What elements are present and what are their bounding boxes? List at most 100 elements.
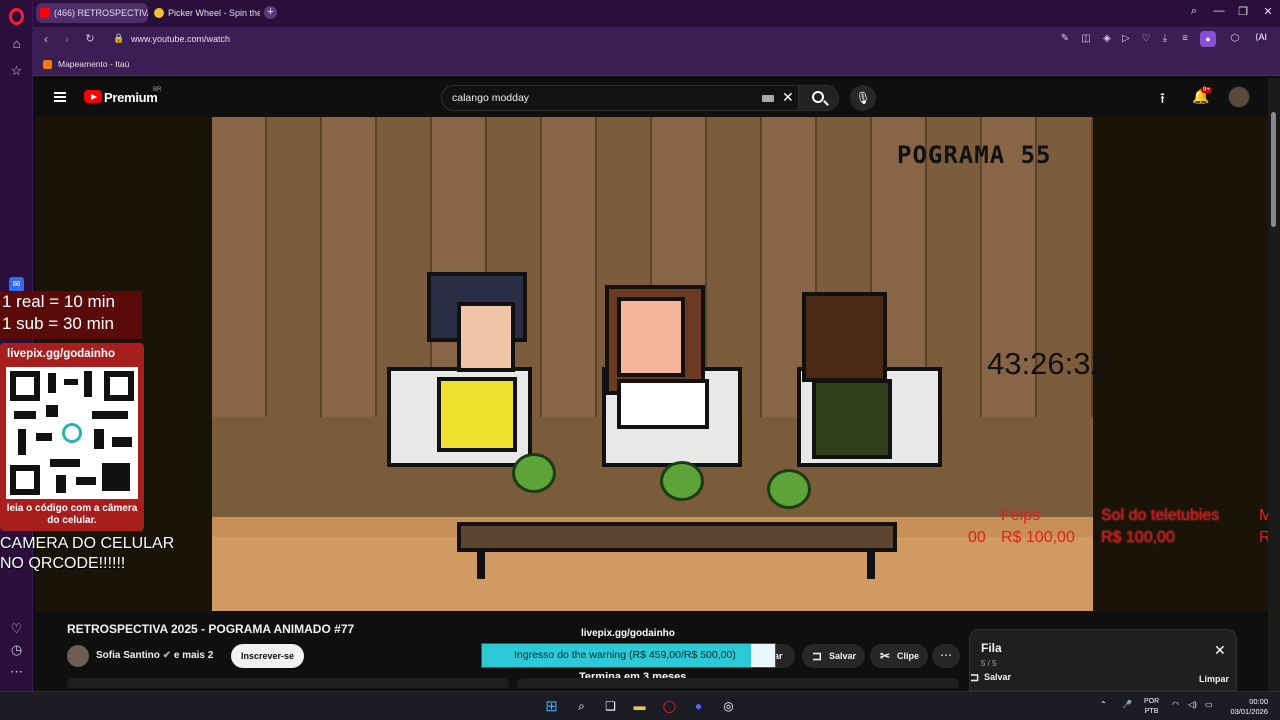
verified-icon: ✔	[162, 650, 172, 661]
scissors-icon: ✂	[880, 649, 891, 663]
queue-save-button[interactable]: ⊐ Salvar	[970, 672, 1011, 684]
hamburger-menu-icon[interactable]	[54, 92, 66, 102]
close-window-button[interactable]: ✕	[1261, 5, 1275, 18]
windows-taskbar: ⊞ ⌕ ❏ ▬ ◯ ● ◎ ⌃ 🎤 POR PTB ◠ ◁) ▭ 00:00 0…	[0, 691, 1280, 720]
minimize-button[interactable]: —	[1212, 5, 1226, 17]
tab-search-icon[interactable]: ⌕	[1187, 5, 1201, 18]
clock-date: 03/01/2026	[1230, 707, 1268, 716]
qr-module	[48, 373, 56, 393]
obs-icon[interactable]: ◎	[720, 698, 737, 715]
menu-icon[interactable]: ≡	[1178, 33, 1192, 44]
battery-icon[interactable]: ▭	[1205, 700, 1213, 709]
maximize-button[interactable]: ❐	[1236, 5, 1250, 18]
edit-icon[interactable]: ✎	[1058, 33, 1072, 44]
heart-icon[interactable]: ♡	[9, 621, 24, 636]
search-input[interactable]: calango modday ✕	[441, 85, 799, 111]
tab-label: (466) RETROSPECTIVA 202…	[54, 8, 148, 18]
notification-badge: 9+	[1201, 87, 1212, 93]
cube-icon[interactable]: ⬡	[1228, 33, 1242, 44]
livepix-url: livepix.gg/godainho	[7, 348, 115, 360]
video-title: RETROSPECTIVA 2025 - POGRAMA ANIMADO #77	[67, 622, 355, 636]
qr-module	[84, 371, 92, 397]
ai-label: AI	[1258, 32, 1268, 42]
account-avatar[interactable]	[1228, 86, 1250, 108]
youtube-logo-icon[interactable]	[84, 90, 102, 103]
queue-panel: Fila 5 / 5 ✕ ⊐ Salvar Limpar	[969, 629, 1237, 691]
queue-title: Fila	[981, 641, 1002, 655]
search-icon[interactable]: ⌕	[573, 698, 590, 715]
windows-start-icon[interactable]: ⊞	[543, 698, 560, 715]
queue-clear-button[interactable]: Limpar	[1199, 674, 1229, 684]
bookmark-mapeamento[interactable]: Mapeamento - Itaú	[58, 59, 129, 69]
qr-finder	[104, 371, 134, 401]
clock-time: 00:00	[1249, 697, 1268, 706]
messenger-icon[interactable]: ✉	[9, 277, 24, 292]
opera-taskbar-icon[interactable]: ◯	[661, 698, 678, 715]
home-icon[interactable]: ⌂	[9, 36, 24, 51]
save-label: Salvar	[829, 651, 857, 661]
search-button[interactable]	[799, 85, 839, 111]
star-icon[interactable]: ☆	[9, 63, 24, 78]
heart-icon[interactable]: ♡	[1139, 33, 1153, 44]
goal-progress-bar: Ingresso do the warning (R$ 459,00/R$ 50…	[481, 643, 776, 668]
microphone-icon[interactable]: 🎤	[1122, 700, 1132, 709]
subscribe-button[interactable]: Inscrever-se	[231, 644, 304, 668]
new-tab-button[interactable]: +	[264, 6, 277, 19]
ai-button[interactable]: ⟨AI	[1255, 32, 1267, 43]
language-indicator[interactable]: POR PTB	[1144, 697, 1159, 717]
profile-icon[interactable]: ●	[1200, 31, 1216, 47]
channel-extra: e mais 2	[173, 650, 214, 661]
comments-box[interactable]	[517, 678, 959, 688]
tab-youtube[interactable]: (466) RETROSPECTIVA 202…	[36, 3, 148, 23]
qr-module	[50, 459, 80, 467]
save-button[interactable]: ⊐ Salvar	[802, 644, 865, 668]
clip-button[interactable]: ✂ Clipe	[870, 644, 928, 668]
url-field[interactable]: www.youtube.com/watch	[131, 34, 230, 44]
reload-button[interactable]: ↻	[83, 32, 97, 45]
camera-line: NO QRCODE!!!!!!	[0, 555, 126, 572]
video-player[interactable]: POGRAMA 55	[212, 117, 1093, 611]
qr-finder	[10, 371, 40, 401]
channel-name[interactable]: Sofia Santino ✔ e mais 2	[96, 650, 213, 661]
shield-icon[interactable]: ◈	[1100, 33, 1114, 44]
play-icon[interactable]: ▷	[1119, 33, 1133, 44]
camera-icon[interactable]: ◫	[1079, 33, 1093, 44]
voice-search-button[interactable]: 🎙	[850, 85, 876, 111]
back-button[interactable]: ‹	[39, 32, 53, 46]
taskbar-clock[interactable]: 00:00 03/01/2026	[1224, 697, 1268, 717]
channel-avatar[interactable]	[67, 645, 89, 667]
description-box[interactable]	[67, 678, 509, 688]
melon	[512, 453, 556, 493]
tray-overflow-icon[interactable]: ⌃	[1100, 700, 1107, 709]
search-value: calango modday	[452, 92, 530, 104]
donor-amount: R$ 100,00	[1101, 529, 1175, 546]
more-icon[interactable]: ⋯	[9, 664, 24, 679]
scrollbar-thumb[interactable]	[1271, 112, 1276, 227]
character-middle-body	[617, 379, 709, 429]
search-icon	[812, 91, 824, 103]
wifi-icon[interactable]: ◠	[1172, 700, 1179, 709]
more-actions-button[interactable]: ⋯	[932, 644, 960, 668]
qr-module	[76, 477, 96, 485]
upload-icon[interactable]: ⭱	[1160, 88, 1165, 112]
clear-search-icon[interactable]: ✕	[782, 89, 794, 106]
program-title: POGRAMA 55	[897, 141, 1052, 169]
task-view-icon[interactable]: ❏	[602, 698, 619, 715]
bookmark-icon: ⊐	[812, 649, 823, 663]
opera-logo-icon[interactable]	[9, 8, 24, 25]
tab-strip: (466) RETROSPECTIVA 202… Picker Wheel - …	[33, 0, 1280, 27]
donor-name: Felps	[1001, 507, 1041, 524]
keyboard-icon[interactable]	[762, 95, 774, 102]
tab-picker-wheel[interactable]: Picker Wheel - Spin the Wh…	[150, 3, 260, 23]
stream-timer: 43:26:32	[987, 346, 1108, 381]
file-explorer-icon[interactable]: ▬	[631, 698, 648, 715]
forward-button[interactable]: ›	[60, 32, 74, 46]
history-icon[interactable]: ◷	[9, 642, 24, 657]
close-queue-icon[interactable]: ✕	[1214, 642, 1226, 659]
youtube-premium-label[interactable]: Premium	[104, 90, 158, 105]
lock-icon[interactable]: 🔒	[113, 33, 124, 44]
download-icon[interactable]: ⤓	[1158, 33, 1172, 44]
discord-icon[interactable]: ●	[690, 698, 707, 715]
tab-label: Picker Wheel - Spin the Wh…	[168, 8, 260, 18]
volume-icon[interactable]: ◁)	[1188, 700, 1197, 709]
